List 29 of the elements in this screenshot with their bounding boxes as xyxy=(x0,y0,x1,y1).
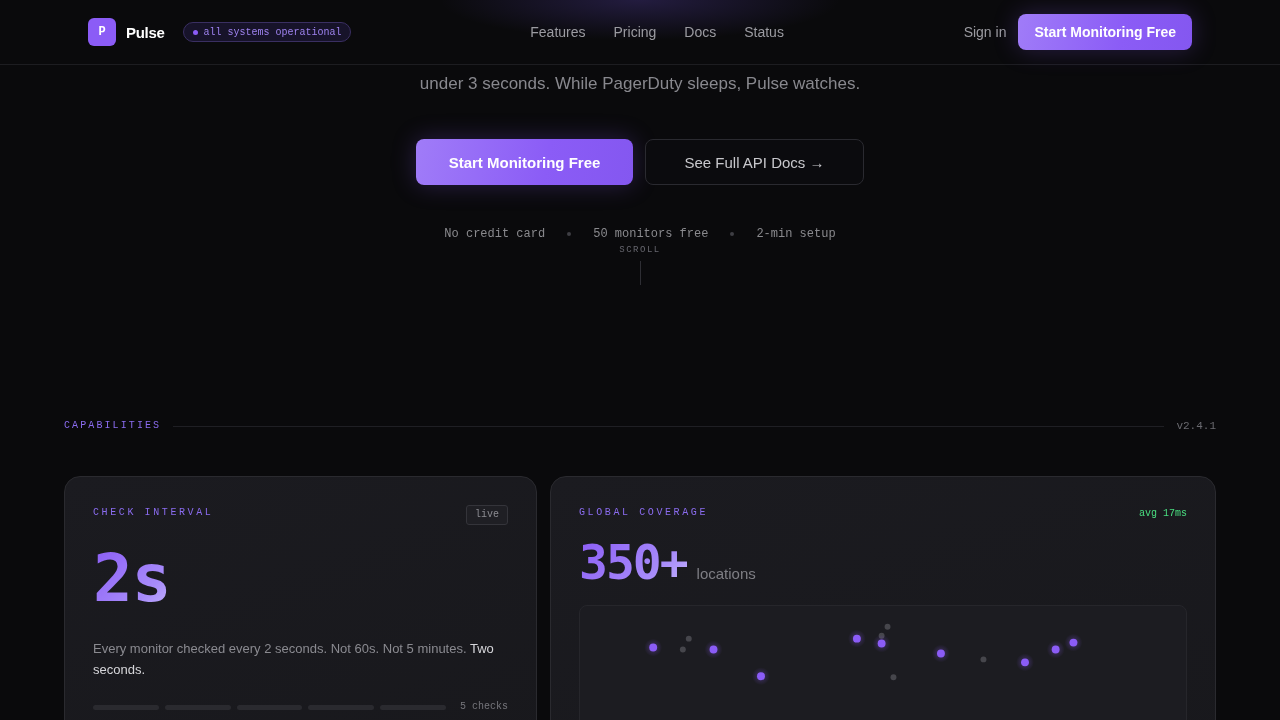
card-label: GLOBAL COVERAGE xyxy=(579,506,708,520)
perk-text: 2-min setup xyxy=(756,227,836,241)
card-description: Every monitor checked every 2 seconds. Not 60s. Not 5 minutes. Two seconds. xyxy=(93,640,495,679)
locations-unit: locations xyxy=(696,565,756,582)
start-monitoring-button[interactable]: Start Monitoring Free xyxy=(1018,14,1192,50)
logo-icon[interactable]: P xyxy=(88,18,116,46)
nav-link[interactable]: Features xyxy=(530,24,586,40)
brand-name: Pulse xyxy=(126,23,165,41)
status-text: all systems operational xyxy=(203,26,342,38)
latency-label: avg 17ms xyxy=(1139,507,1187,521)
nav-link[interactable]: Docs xyxy=(684,24,717,40)
api-docs-button[interactable]: See Full API Docs → xyxy=(645,139,864,185)
section-label: CAPABILITIES xyxy=(64,419,162,433)
start-monitoring-button[interactable]: Start Monitoring Free xyxy=(416,139,633,185)
separator-dot-icon xyxy=(567,232,572,236)
card-label: CHECK INTERVAL xyxy=(93,506,214,520)
scroll-line xyxy=(639,261,641,285)
version-label: v2.4.1 xyxy=(1176,419,1216,433)
perk-text: No credit card xyxy=(444,227,546,241)
nav-link[interactable]: Pricing xyxy=(613,24,657,40)
perk-text: 50 monitors free xyxy=(593,227,709,241)
status-dot-icon xyxy=(192,29,198,35)
hero-subtitle: under 3 seconds. While PagerDuty sleeps, Pulse watches. xyxy=(419,73,861,95)
nav-link[interactable]: Status xyxy=(744,24,784,40)
checks-count: 5 checks xyxy=(460,701,508,713)
live-tag: live xyxy=(466,505,508,525)
sign-in-link[interactable]: Sign in xyxy=(963,24,1007,40)
scroll-hint: SCROLL xyxy=(619,245,661,255)
separator-dot-icon xyxy=(730,232,735,236)
